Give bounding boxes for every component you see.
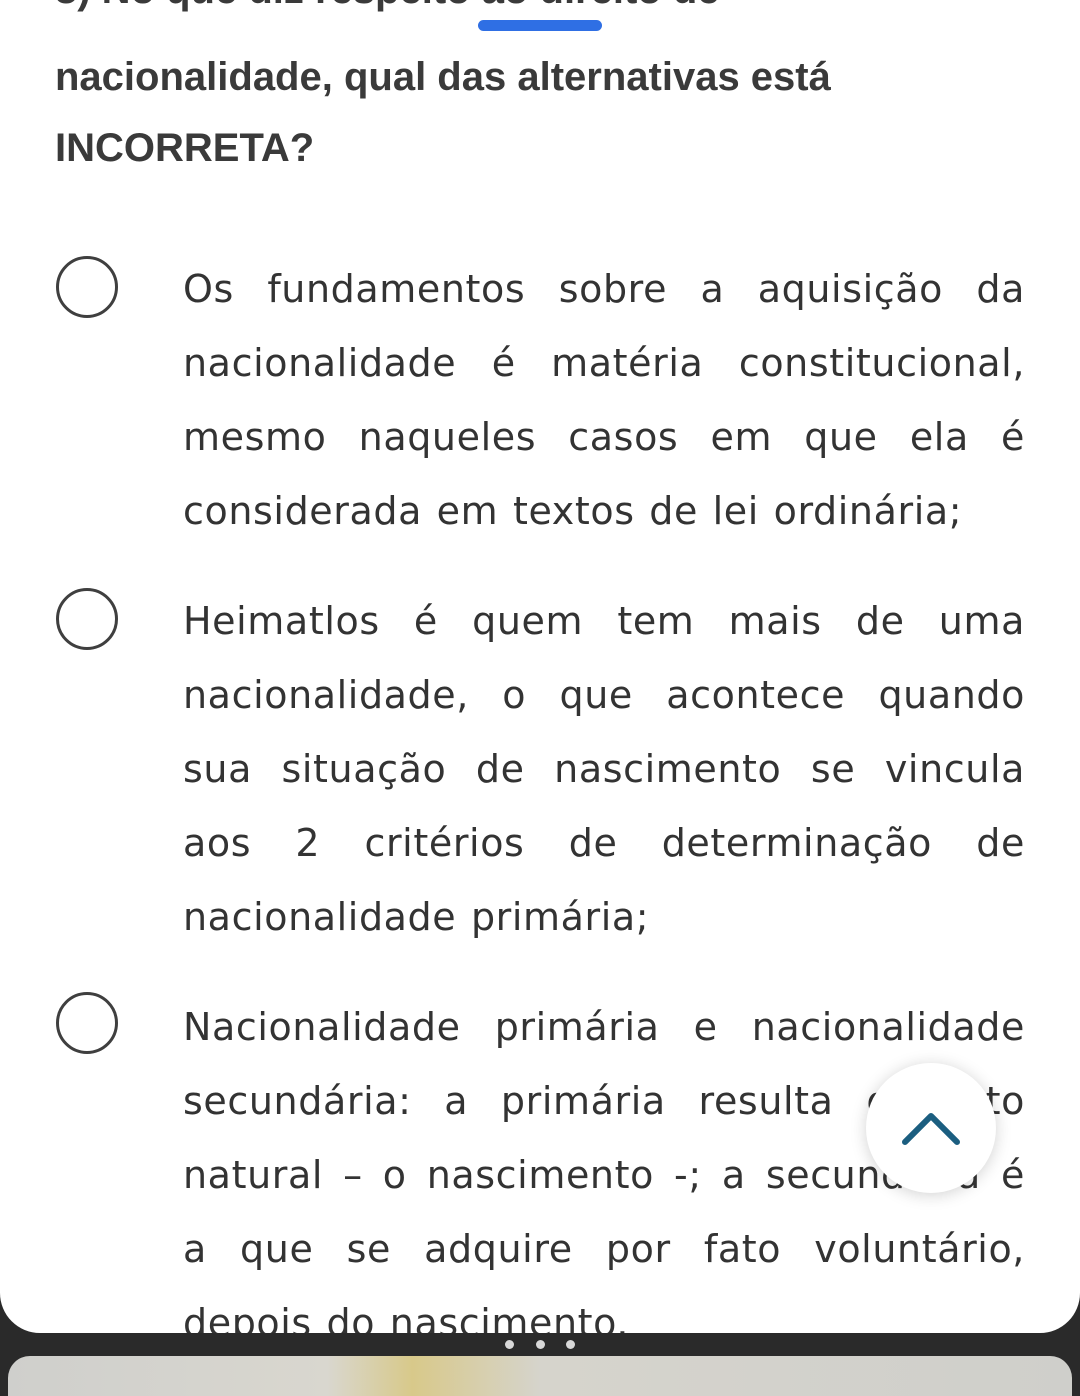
option-b-text: Heimatlos é quem tem mais de uma naciona… xyxy=(183,599,1025,939)
question-text-cut: 3) No que diz respeito ao direito de xyxy=(55,0,1015,13)
question-card: 3) No que diz respeito ao direito de nac… xyxy=(0,0,1080,1333)
radio-button-b[interactable] xyxy=(56,588,118,650)
chevron-up-icon xyxy=(902,1113,960,1145)
page-dot xyxy=(535,1340,545,1349)
radio-button-c[interactable] xyxy=(56,992,118,1054)
option-a-text: Os fundamentos sobre a aquisição da naci… xyxy=(183,267,1025,533)
drag-handle[interactable] xyxy=(478,20,602,31)
next-card-preview xyxy=(8,1356,1072,1396)
scroll-to-top-button[interactable] xyxy=(866,1063,996,1193)
page-indicator xyxy=(505,1340,575,1350)
question-text: nacionalidade, qual das alternativas est… xyxy=(55,55,831,170)
radio-button-a[interactable] xyxy=(56,256,118,318)
page-dot xyxy=(505,1340,514,1349)
page-dot xyxy=(566,1340,575,1349)
